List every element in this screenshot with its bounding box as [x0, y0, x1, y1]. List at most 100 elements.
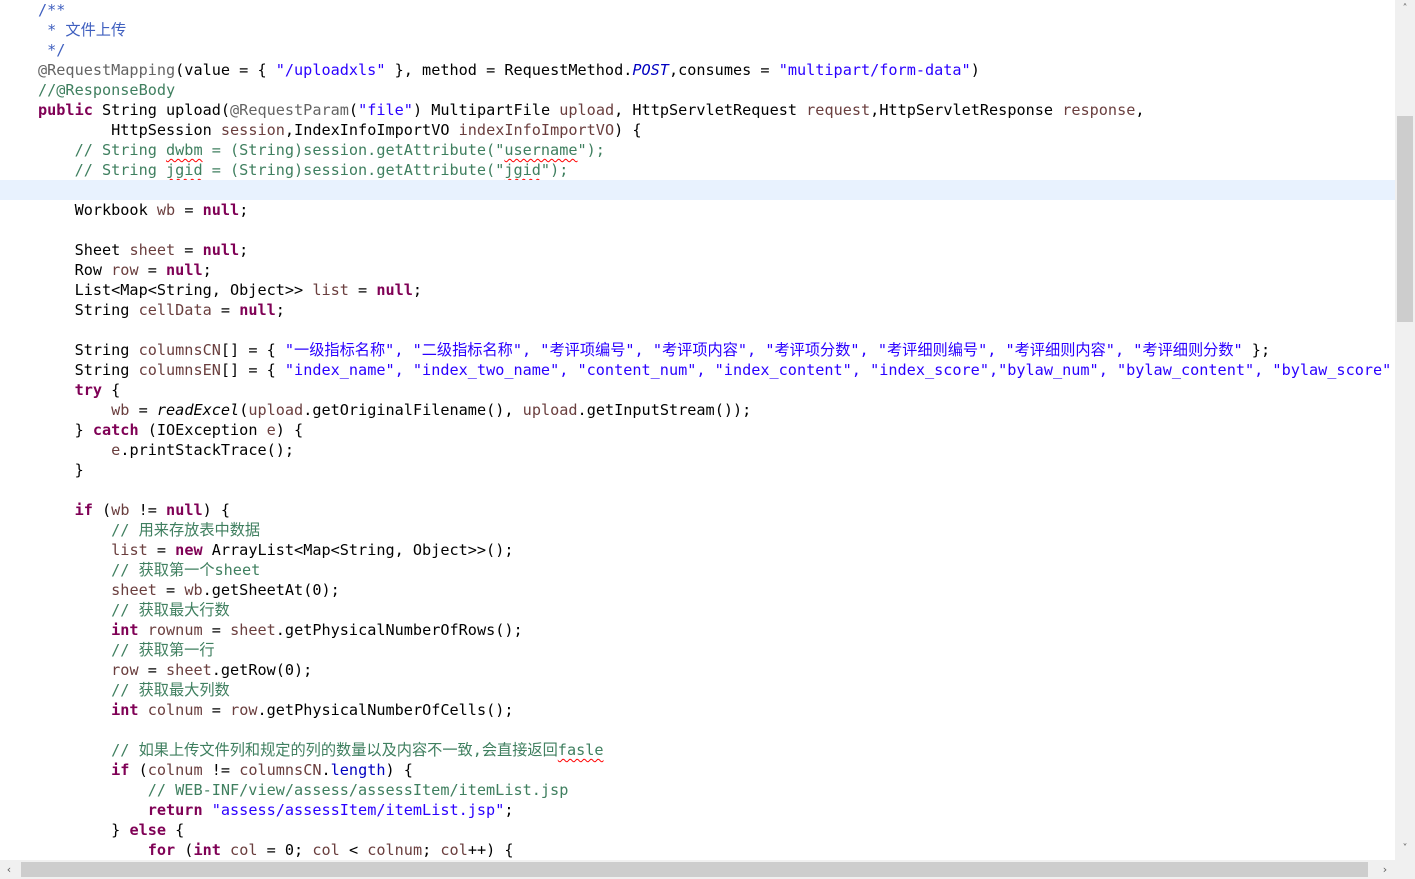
parameter: upload: [248, 401, 304, 419]
blank-line[interactable]: [0, 220, 1395, 240]
code-text: .getSheetAt(0);: [202, 581, 340, 599]
local-variable: columnsCN: [239, 761, 322, 779]
code-line[interactable]: //@ResponseBody: [0, 80, 1395, 100]
parameter: response: [1062, 101, 1136, 119]
keyword: public: [38, 101, 93, 119]
code-line[interactable]: String columnsCN[] = { "一级指标名称", "二级指标名称…: [0, 340, 1395, 360]
code-text: =: [175, 201, 203, 219]
vertical-scroll-thumb[interactable]: [1397, 116, 1413, 322]
code-line[interactable]: row = sheet.getRow(0);: [0, 660, 1395, 680]
code-lines[interactable]: /** * 文件上传 */ @RequestMapping(value = { …: [0, 0, 1395, 860]
code-text: .getInputStream());: [577, 401, 752, 419]
code-line[interactable]: // 获取最大列数: [0, 680, 1395, 700]
code-line[interactable]: } else {: [0, 820, 1395, 840]
code-text: (: [239, 401, 249, 419]
code-line[interactable]: // WEB-INF/view/assess/assessItem/itemLi…: [0, 780, 1395, 800]
local-variable: wb: [111, 501, 130, 519]
code-line[interactable]: wb = readExcel(upload.getOriginalFilenam…: [0, 400, 1395, 420]
code-line[interactable]: Workbook wb = null;: [0, 200, 1395, 220]
code-text: .getPhysicalNumberOfRows();: [275, 621, 523, 639]
javadoc-text: */: [38, 41, 66, 59]
local-variable: col: [440, 841, 468, 859]
scroll-right-arrow-icon[interactable]: ›: [1376, 860, 1394, 879]
code-line[interactable]: // 获取第一行: [0, 640, 1395, 660]
local-variable: rownum: [147, 621, 203, 639]
code-line[interactable]: @RequestMapping(value = { "/uploadxls" }…: [0, 60, 1395, 80]
code-line[interactable]: * 文件上传: [0, 20, 1395, 40]
vertical-scrollbar[interactable]: ˄ ˅: [1395, 0, 1415, 860]
code-line[interactable]: Sheet sheet = null;: [0, 240, 1395, 260]
code-text: Workbook: [38, 201, 157, 219]
horizontal-scroll-thumb[interactable]: [21, 862, 1368, 877]
code-text: =: [211, 301, 240, 319]
local-variable: list: [111, 541, 148, 559]
code-line[interactable]: // 如果上传文件列和规定的列的数量以及内容不一致,会直接返回fasle: [0, 740, 1395, 760]
code-line[interactable]: }: [0, 460, 1395, 480]
code-line[interactable]: try {: [0, 380, 1395, 400]
code-line[interactable]: int colnum = row.getPhysicalNumberOfCell…: [0, 700, 1395, 720]
code-line[interactable]: sheet = wb.getSheetAt(0);: [0, 580, 1395, 600]
code-text: }, method = RequestMethod.: [385, 61, 633, 79]
code-line[interactable]: List<Map<String, Object>> list = null;: [0, 280, 1395, 300]
code-text: ) MultipartFile: [412, 101, 560, 119]
code-line[interactable]: } catch (IOException e) {: [0, 420, 1395, 440]
code-line[interactable]: // 用来存放表中数据: [0, 520, 1395, 540]
code-line[interactable]: return "assess/assessItem/itemList.jsp";: [0, 800, 1395, 820]
code-line[interactable]: */: [0, 40, 1395, 60]
scroll-down-arrow-icon[interactable]: ˅: [1395, 840, 1415, 858]
code-text: ,IndexInfoImportVO: [284, 121, 459, 139]
code-editor[interactable]: /** * 文件上传 */ @RequestMapping(value = { …: [0, 0, 1395, 860]
keyword: catch: [92, 421, 139, 439]
local-variable: colnum: [147, 701, 203, 719]
blank-line[interactable]: [0, 320, 1395, 340]
code-line[interactable]: e.printStackTrace();: [0, 440, 1395, 460]
comment: // String: [38, 161, 167, 179]
comment: // 获取第一个sheet: [38, 561, 261, 579]
code-text: [] = {: [220, 361, 285, 379]
blank-line[interactable]: [0, 480, 1395, 500]
code-line[interactable]: HttpSession session,IndexInfoImportVO in…: [0, 120, 1395, 140]
code-line[interactable]: Row row = null;: [0, 260, 1395, 280]
blank-line[interactable]: [0, 720, 1395, 740]
field: length: [330, 761, 386, 779]
code-line[interactable]: // String jgid = (String)session.getAttr…: [0, 160, 1395, 180]
code-line[interactable]: int rownum = sheet.getPhysicalNumberOfRo…: [0, 620, 1395, 640]
code-text: , HttpServletRequest: [614, 101, 807, 119]
spelling-marker: jgid: [504, 161, 541, 179]
code-line[interactable]: // 获取最大行数: [0, 600, 1395, 620]
code-text: (: [92, 501, 112, 519]
code-line[interactable]: if (colnum != columnsCN.length) {: [0, 760, 1395, 780]
horizontal-scrollbar[interactable]: ‹ ›: [0, 860, 1395, 879]
code-line[interactable]: String columnsEN[] = { "index_name", "in…: [0, 360, 1395, 380]
code-line[interactable]: public String upload(@RequestParam("file…: [0, 100, 1395, 120]
keyword: null: [202, 201, 240, 219]
code-line[interactable]: // 获取第一个sheet: [0, 560, 1395, 580]
local-variable: e: [266, 421, 276, 439]
code-line[interactable]: for (int col = 0; col < colnum; col++) {: [0, 840, 1395, 860]
scroll-up-arrow-icon[interactable]: ˄: [1395, 0, 1415, 18]
comment: // 获取第一行: [38, 641, 215, 659]
code-line[interactable]: list = new ArrayList<Map<String, Object>…: [0, 540, 1395, 560]
keyword: int: [193, 841, 221, 859]
scroll-left-arrow-icon[interactable]: ‹: [0, 860, 18, 879]
code-line[interactable]: // String dwbm = (String)session.getAttr…: [0, 140, 1395, 160]
code-line[interactable]: /**: [0, 0, 1395, 20]
current-line[interactable]: [0, 180, 1395, 200]
code-text: =: [202, 621, 231, 639]
code-text: =: [147, 541, 176, 559]
code-text: };: [1242, 341, 1271, 359]
code-text: ;: [422, 841, 441, 859]
code-text: .getPhysicalNumberOfCells();: [257, 701, 514, 719]
comment: // 获取最大行数: [38, 601, 230, 619]
string-literal: "multipart/form-data": [778, 61, 971, 79]
code-line[interactable]: String cellData = null;: [0, 300, 1395, 320]
parameter: upload: [522, 401, 578, 419]
code-line[interactable]: if (wb != null) {: [0, 500, 1395, 520]
spelling-marker: username: [504, 141, 578, 159]
code-text: .getOriginalFilename(),: [303, 401, 523, 419]
